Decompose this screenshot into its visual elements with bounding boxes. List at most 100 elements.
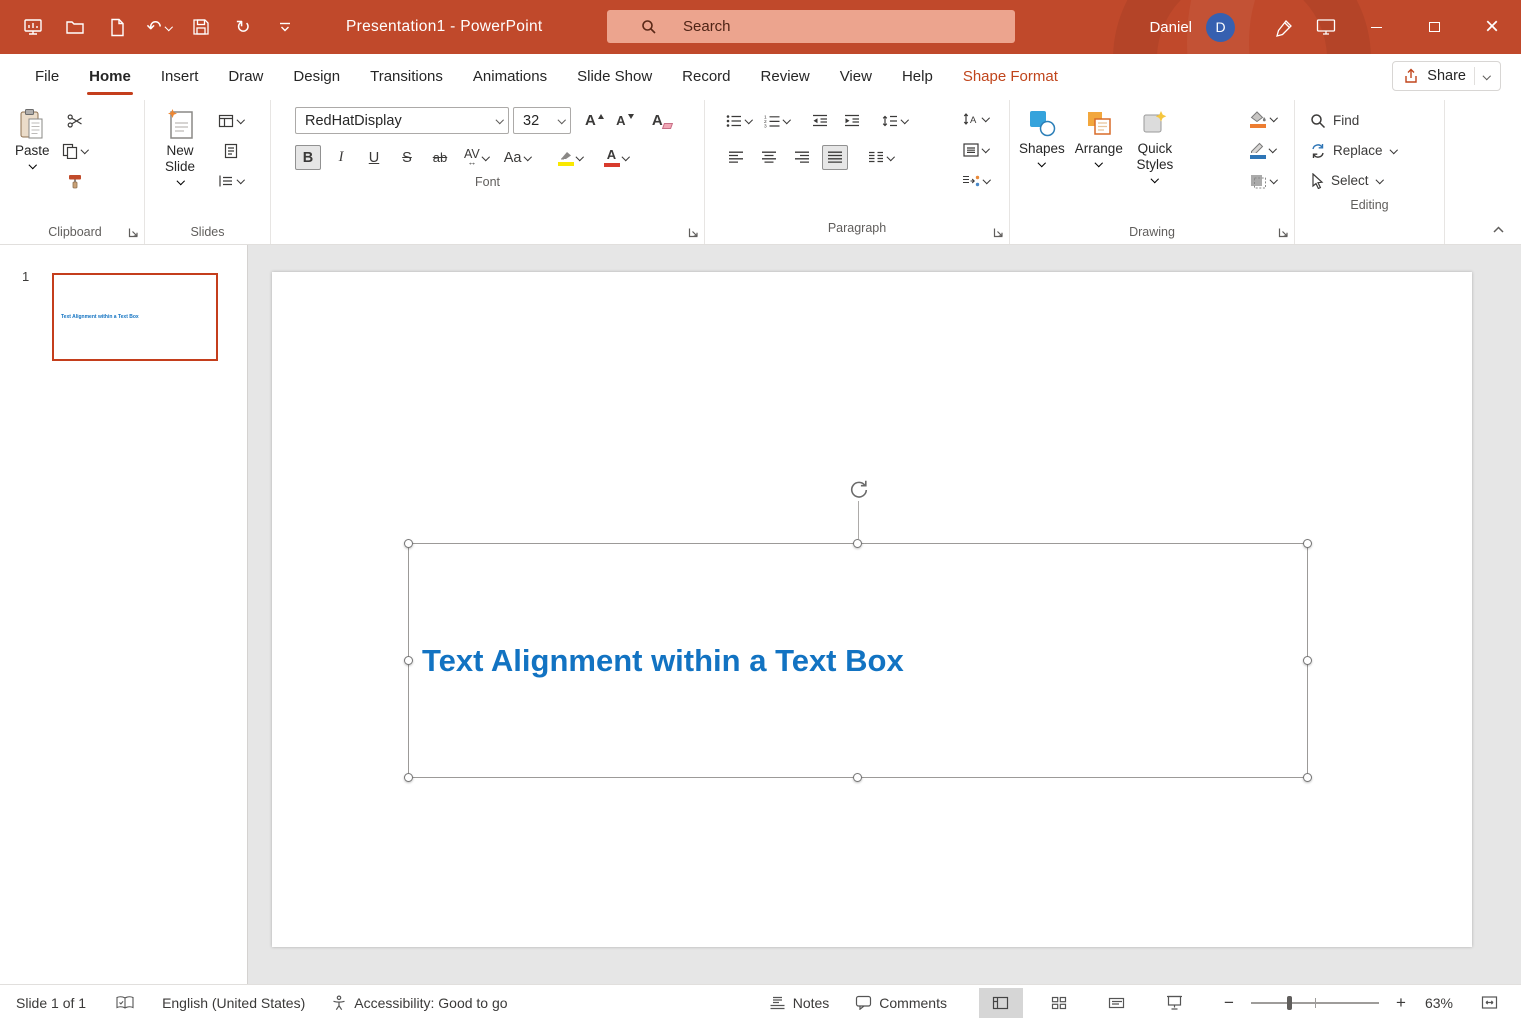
columns-button[interactable] (865, 145, 897, 170)
slide-layout-button[interactable] (215, 108, 247, 133)
italic-button[interactable]: I (328, 145, 354, 170)
align-text-button[interactable] (959, 137, 993, 162)
numbering-button[interactable]: 123 (761, 108, 793, 133)
font-dialog-launcher[interactable] (688, 227, 699, 238)
tab-insert[interactable]: Insert (146, 54, 214, 98)
paragraph-dialog-launcher[interactable] (993, 227, 1004, 238)
tab-view[interactable]: View (825, 54, 887, 98)
zoom-in-button[interactable]: + (1389, 988, 1413, 1018)
tab-file[interactable]: File (20, 54, 74, 98)
text-highlight-button[interactable] (554, 145, 587, 170)
resize-handle-middle-right[interactable] (1303, 655, 1312, 665)
find-button[interactable]: Find (1307, 108, 1440, 133)
resize-handle-middle-left[interactable] (404, 655, 413, 665)
shape-effects-button[interactable] (1246, 168, 1280, 193)
avatar[interactable]: D (1206, 12, 1235, 42)
cut-button[interactable] (59, 108, 91, 133)
redo-button[interactable]: ↻ (222, 0, 264, 54)
slide-show-button[interactable] (1153, 988, 1197, 1018)
character-spacing-button[interactable]: AV ↔ (460, 145, 493, 170)
tab-home[interactable]: Home (74, 54, 146, 98)
notes-button[interactable]: Notes (763, 988, 836, 1018)
increase-indent-button[interactable] (839, 108, 865, 133)
undo-button[interactable]: ↶ (138, 0, 180, 54)
comments-button[interactable]: Comments (849, 988, 953, 1018)
select-button[interactable]: Select (1307, 168, 1440, 193)
section-button[interactable] (215, 168, 247, 193)
paste-button[interactable]: Paste (10, 102, 55, 216)
app-icon-button[interactable] (12, 0, 54, 54)
minimize-button[interactable] (1347, 0, 1405, 54)
inking-button[interactable] (1263, 0, 1305, 54)
resize-handle-top-left[interactable] (404, 539, 413, 548)
line-spacing-button[interactable] (879, 108, 911, 133)
bullets-button[interactable] (723, 108, 755, 133)
tab-help[interactable]: Help (887, 54, 948, 98)
slide-thumbnail[interactable]: Text Alignment within a Text Box (52, 273, 218, 361)
share-button[interactable]: Share (1392, 61, 1501, 91)
slide-sorter-view-button[interactable] (1037, 988, 1081, 1018)
zoom-slider-thumb[interactable] (1286, 995, 1292, 1010)
collapse-ribbon-button[interactable] (1492, 225, 1505, 234)
reading-view-button[interactable] (1095, 988, 1139, 1018)
resize-handle-bottom-left[interactable] (404, 773, 413, 782)
new-file-button[interactable] (96, 0, 138, 54)
zoom-out-button[interactable]: − (1217, 988, 1241, 1018)
convert-to-smartart-button[interactable] (959, 168, 993, 193)
normal-view-button[interactable] (978, 987, 1023, 1018)
language-button[interactable]: English (United States) (156, 988, 311, 1018)
align-center-button[interactable] (756, 145, 782, 170)
shape-outline-button[interactable] (1246, 137, 1280, 162)
close-button[interactable]: × (1463, 0, 1521, 54)
resize-handle-top-right[interactable] (1303, 539, 1312, 548)
tab-record[interactable]: Record (667, 54, 745, 98)
format-painter-button[interactable] (59, 168, 91, 193)
clipboard-dialog-launcher[interactable] (128, 227, 139, 238)
open-button[interactable] (54, 0, 96, 54)
replace-button[interactable]: Replace (1307, 138, 1440, 163)
maximize-button[interactable] (1405, 0, 1463, 54)
resize-handle-bottom-middle[interactable] (853, 773, 862, 782)
resize-handle-top-middle[interactable] (853, 539, 862, 548)
tab-design[interactable]: Design (278, 54, 355, 98)
align-left-button[interactable] (723, 145, 749, 170)
reset-slide-button[interactable] (215, 138, 247, 163)
slide[interactable]: Text Alignment within a Text Box (272, 272, 1472, 947)
text-shadow-button[interactable]: S (394, 145, 420, 170)
ribbon-display-options-button[interactable] (1305, 0, 1347, 54)
tab-review[interactable]: Review (746, 54, 825, 98)
text-direction-button[interactable]: A (959, 106, 993, 131)
bold-button[interactable]: B (295, 145, 321, 170)
tab-transitions[interactable]: Transitions (355, 54, 458, 98)
decrease-font-size-button[interactable]: A (612, 108, 638, 133)
tab-draw[interactable]: Draw (213, 54, 278, 98)
arrange-button[interactable]: Arrange (1070, 102, 1128, 216)
spell-check-button[interactable] (110, 988, 140, 1018)
rotate-handle[interactable] (847, 478, 869, 500)
align-right-button[interactable] (789, 145, 815, 170)
font-color-button[interactable]: A (600, 145, 633, 170)
quick-styles-button[interactable]: Quick Styles (1128, 102, 1182, 216)
clear-formatting-button[interactable]: A (648, 108, 676, 133)
selected-textbox[interactable]: Text Alignment within a Text Box (404, 480, 1312, 782)
save-button[interactable] (180, 0, 222, 54)
customize-qat-button[interactable] (264, 0, 306, 54)
tab-animations[interactable]: Animations (458, 54, 562, 98)
change-case-button[interactable]: Aa (500, 145, 535, 170)
tab-shape-format[interactable]: Shape Format (948, 54, 1073, 98)
increase-font-size-button[interactable]: A (581, 108, 608, 133)
tab-slide-show[interactable]: Slide Show (562, 54, 667, 98)
resize-handle-bottom-right[interactable] (1303, 773, 1312, 782)
accessibility-checker-button[interactable]: Accessibility: Good to go (325, 988, 513, 1018)
shapes-button[interactable]: Shapes (1014, 102, 1070, 216)
drawing-dialog-launcher[interactable] (1278, 227, 1289, 238)
zoom-slider[interactable] (1250, 995, 1379, 1010)
font-name-combobox[interactable]: RedHatDisplay (295, 107, 509, 134)
strikethrough-button[interactable]: ab (427, 145, 453, 170)
copy-button[interactable] (59, 138, 91, 163)
new-slide-button[interactable]: New Slide (149, 102, 211, 216)
shape-fill-button[interactable] (1246, 106, 1280, 131)
font-size-combobox[interactable]: 32 (513, 107, 571, 134)
decrease-indent-button[interactable] (807, 108, 833, 133)
underline-button[interactable]: U (361, 145, 387, 170)
